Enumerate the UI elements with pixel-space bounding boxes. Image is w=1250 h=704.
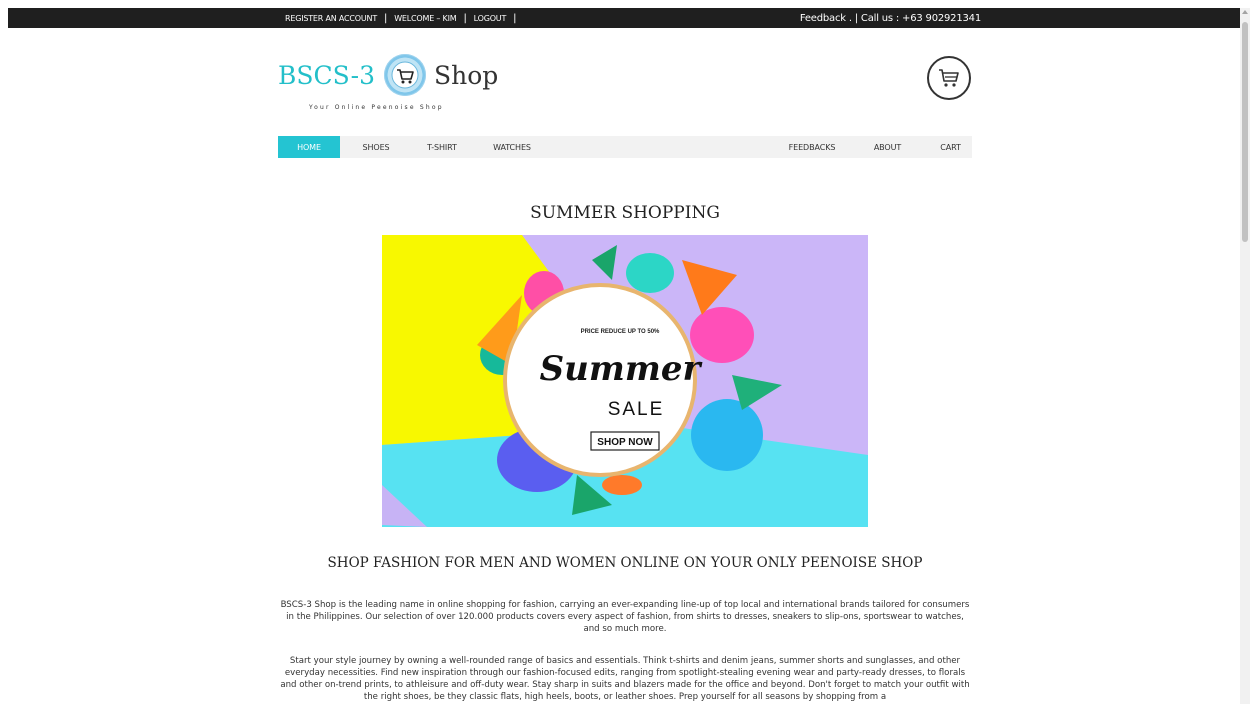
banner-tagline: PRICE REDUCE UP TO 50% xyxy=(581,329,660,335)
logout-link[interactable]: LOGOUT xyxy=(474,14,507,23)
main-nav: HOME SHOES T-SHIRT WATCHES FEEDBACKS ABO… xyxy=(278,136,972,158)
page-scrollbar[interactable] xyxy=(1240,8,1250,704)
scroll-up-arrow-icon[interactable] xyxy=(1242,10,1248,14)
separator: | xyxy=(513,12,517,24)
cart-icon xyxy=(939,69,959,87)
content-paragraph-2: Start your style journey by owning a wel… xyxy=(280,656,970,702)
nav-home[interactable]: HOME xyxy=(278,136,340,158)
contact-info[interactable]: Feedback . | Call us : +63 902921341 xyxy=(800,13,981,24)
brand-tagline: Your Online Peenoise Shop xyxy=(309,104,444,111)
brand-name-left: BSCS-3 xyxy=(278,60,376,90)
cart-button[interactable] xyxy=(927,56,971,100)
content-paragraph-1: BSCS-3 Shop is the leading name in onlin… xyxy=(280,600,970,634)
summer-sale-banner[interactable]: PRICE REDUCE UP TO 50% Summer SALE SHOP … xyxy=(382,235,868,527)
account-links: REGISTER AN ACCOUNT | WELCOME – KIM | LO… xyxy=(285,13,523,24)
site-logo[interactable]: BSCS-3 Shop xyxy=(278,54,498,96)
content-heading: SHOP FASHION FOR MEN AND WOMEN ONLINE ON… xyxy=(327,555,923,571)
separator: | xyxy=(463,12,467,24)
top-bar: REGISTER AN ACCOUNT | WELCOME – KIM | LO… xyxy=(8,8,1240,28)
nav-watches[interactable]: WATCHES xyxy=(472,136,552,158)
hero-title: SUMMER SHOPPING xyxy=(530,203,720,223)
nav-cart[interactable]: CART xyxy=(929,136,972,158)
nav-tshirt[interactable]: T-SHIRT xyxy=(412,136,472,158)
nav-about[interactable]: ABOUT xyxy=(846,136,929,158)
nav-shoes[interactable]: SHOES xyxy=(340,136,412,158)
banner-subheadline: SALE xyxy=(608,399,665,420)
logo-icon xyxy=(384,54,427,96)
banner-headline: Summer xyxy=(540,349,703,389)
separator: | xyxy=(384,12,388,24)
shop-now-button[interactable]: SHOP NOW xyxy=(597,437,653,448)
nav-feedbacks[interactable]: FEEDBACKS xyxy=(778,136,846,158)
welcome-link[interactable]: WELCOME – KIM xyxy=(394,14,456,23)
brand-name-right: Shop xyxy=(434,60,499,90)
register-link[interactable]: REGISTER AN ACCOUNT xyxy=(285,14,377,23)
